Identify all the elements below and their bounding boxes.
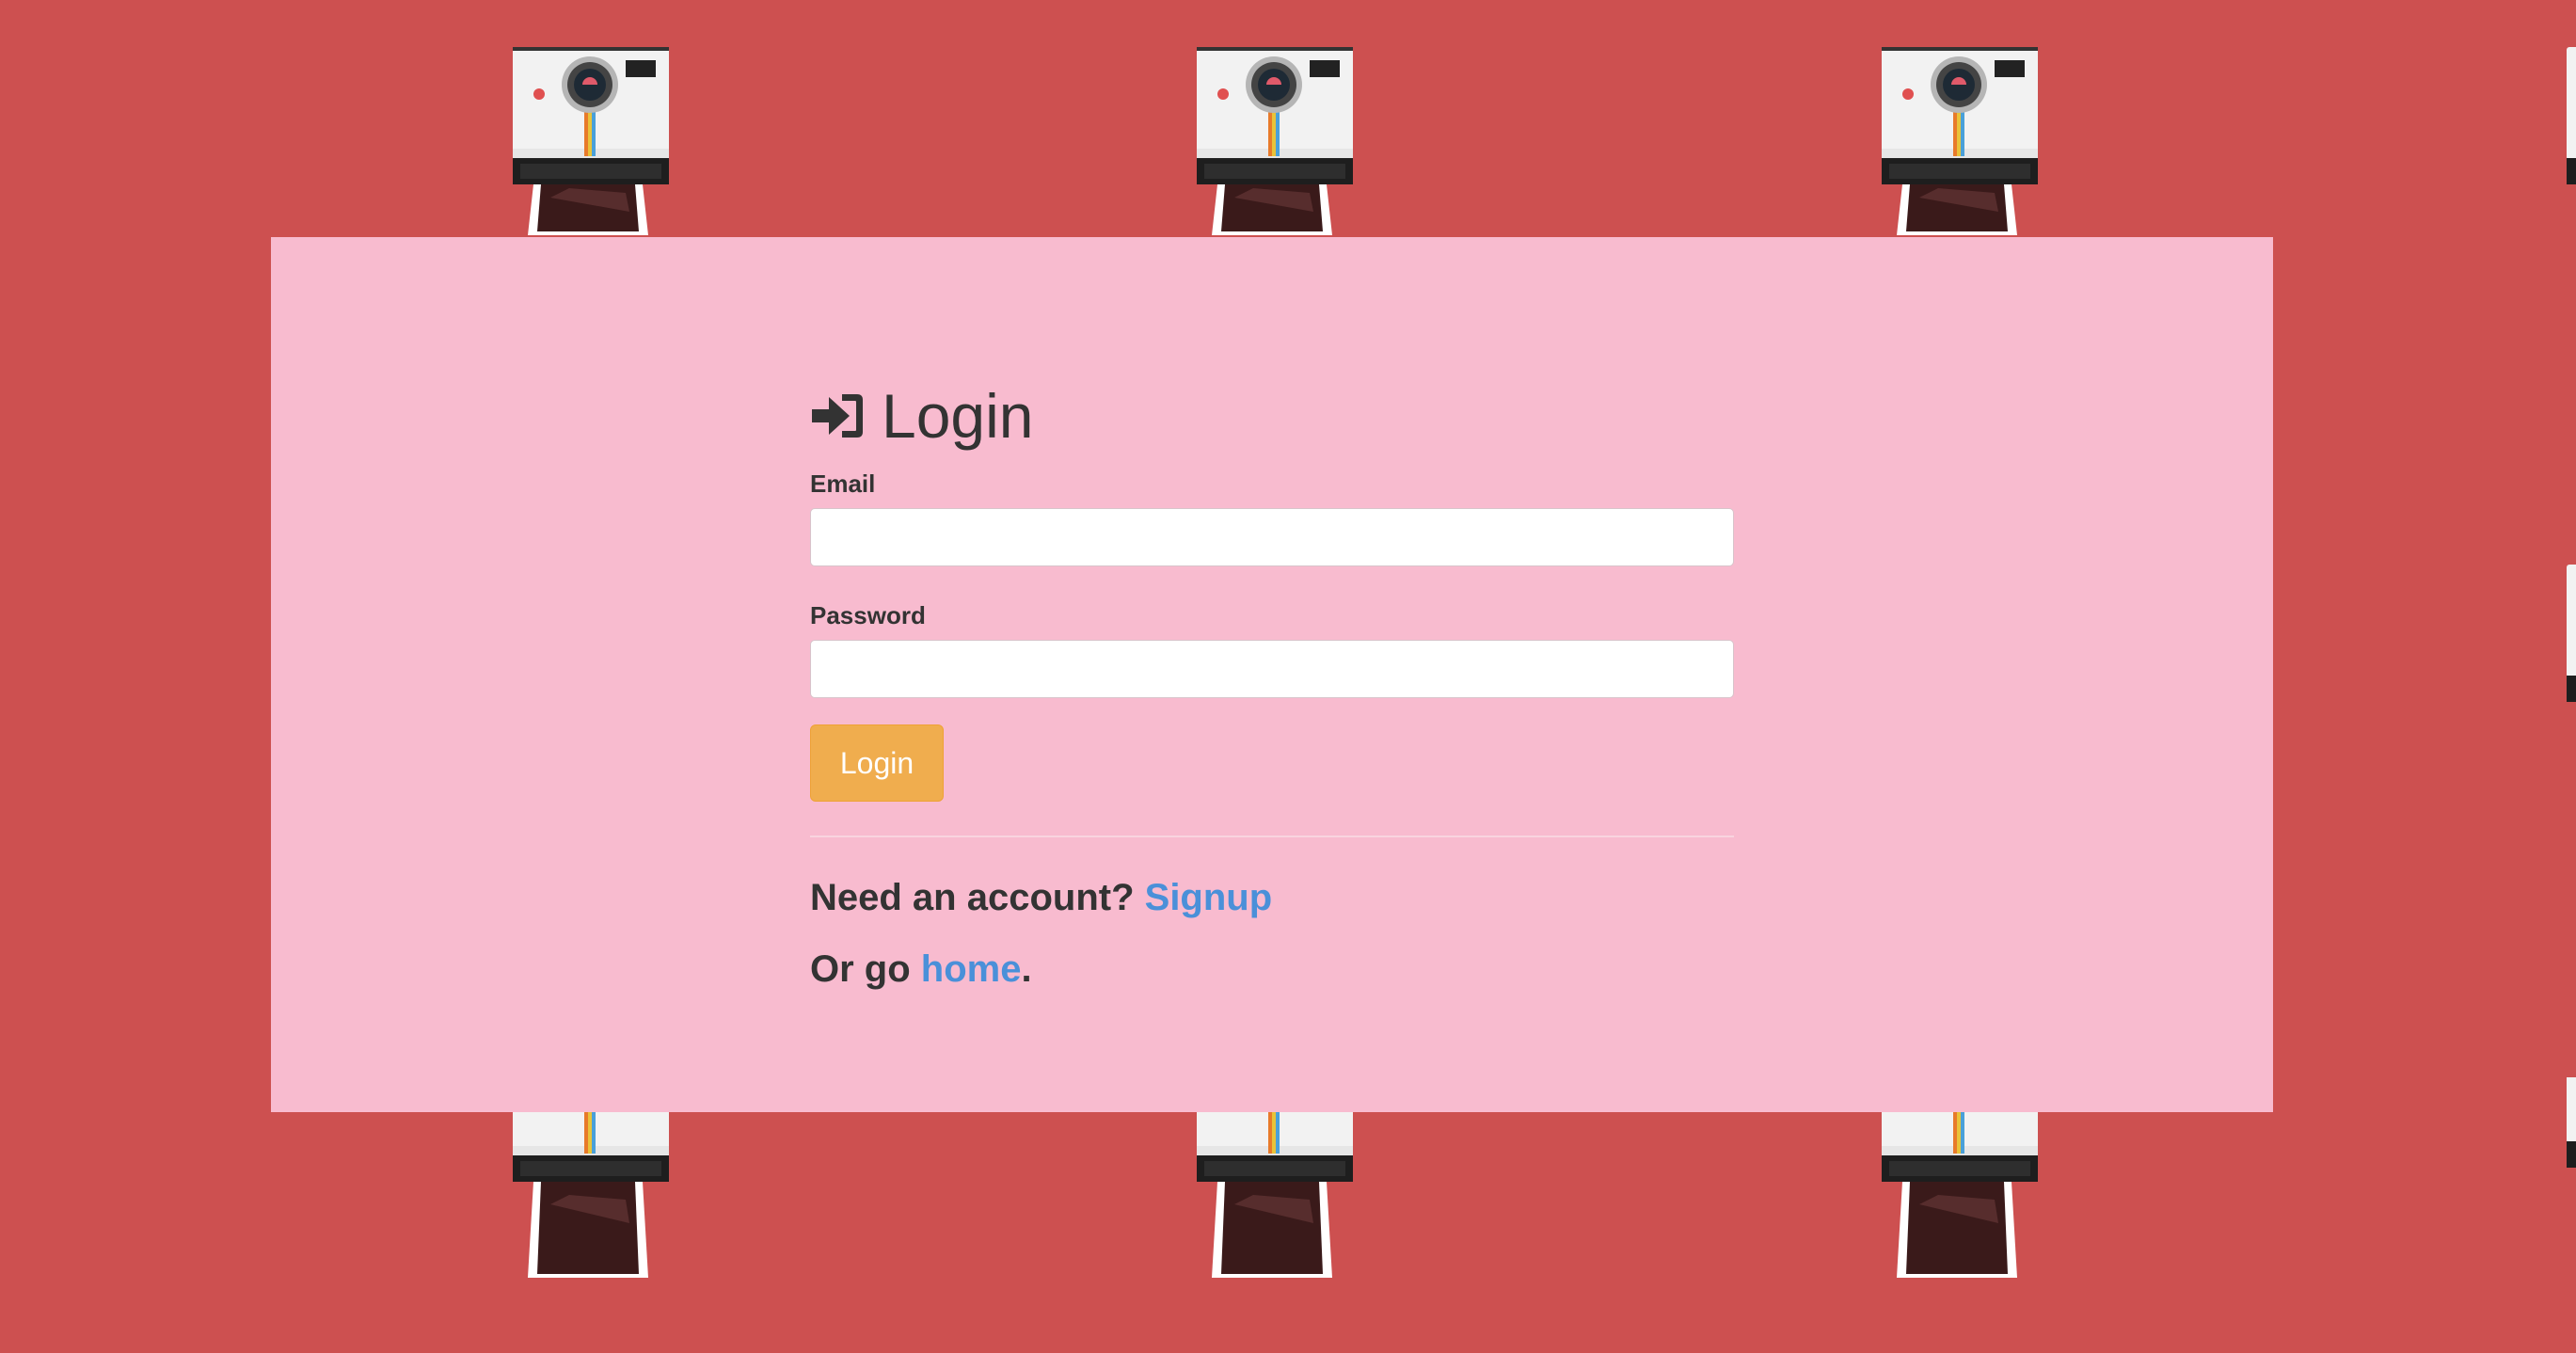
instant-camera-icon — [513, 47, 669, 235]
login-panel: Login Email Password Login Need an accou… — [271, 237, 2273, 1112]
instant-camera-icon — [513, 1091, 669, 1280]
login-button[interactable]: Login — [810, 724, 944, 802]
sign-in-icon — [810, 391, 865, 440]
instant-camera-icon — [1882, 1091, 2038, 1280]
instant-camera-icon — [2567, 565, 2576, 753]
signup-link[interactable]: Signup — [1145, 877, 1273, 918]
password-label: Password — [810, 601, 926, 629]
instant-camera-icon — [2567, 1077, 2576, 1265]
signup-prompt-text: Need an account? — [810, 877, 1135, 918]
email-field[interactable] — [810, 508, 1734, 566]
email-label: Email — [810, 470, 876, 498]
password-field[interactable] — [810, 640, 1734, 698]
home-prompt: Or go home. — [810, 947, 1734, 992]
instant-camera-icon — [1882, 47, 2038, 235]
page-title: Login — [810, 378, 1734, 454]
home-prompt-text: Or go — [810, 948, 911, 990]
signup-prompt: Need an account? Signup — [810, 875, 1734, 920]
instant-camera-icon — [1197, 47, 1353, 235]
page-title-text: Login — [882, 381, 1034, 451]
instant-camera-icon — [1197, 1091, 1353, 1280]
login-form: Login Email Password Login Need an accou… — [810, 378, 1734, 992]
instant-camera-icon — [2567, 47, 2576, 235]
divider — [810, 836, 1734, 837]
home-prompt-period: . — [1021, 948, 1032, 990]
home-link[interactable]: home — [921, 948, 1022, 990]
